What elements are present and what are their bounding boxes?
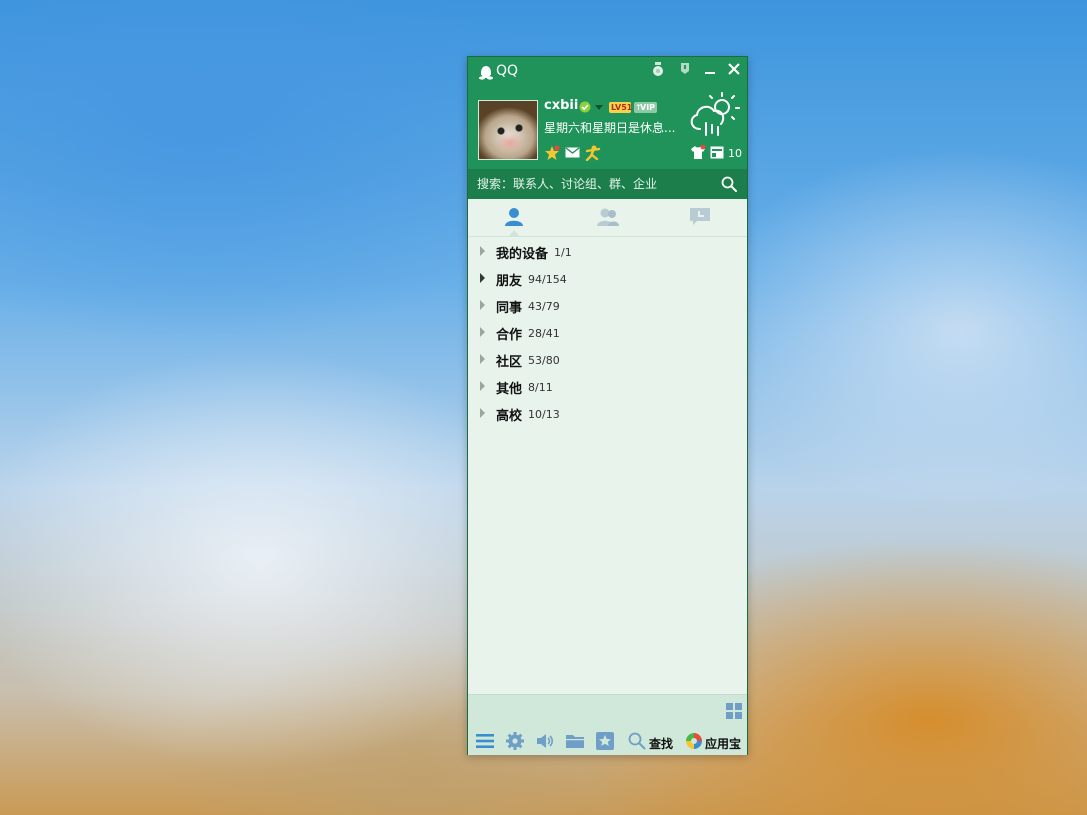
avatar[interactable] (478, 100, 538, 160)
group-online-count: 94/154 (528, 273, 567, 286)
qzone-star-icon[interactable] (544, 145, 560, 161)
group-online-count: 53/80 (528, 354, 560, 367)
find-label: 查找 (649, 737, 674, 751)
main-tabs (468, 199, 747, 237)
minimize-icon[interactable] (702, 61, 718, 77)
group-name: 朋友 (496, 274, 523, 289)
folder-icon[interactable] (565, 731, 585, 751)
contact-group-friends[interactable]: 朋友 94/154 (468, 265, 747, 292)
search-input[interactable] (477, 175, 707, 193)
group-online-count: 43/79 (528, 300, 560, 313)
mail-icon[interactable] (565, 146, 580, 159)
main-menu-icon[interactable] (475, 731, 495, 751)
window-title: QQ (496, 63, 519, 79)
title-bar[interactable]: QQ (468, 57, 747, 95)
expand-arrow-icon (480, 273, 485, 283)
pin-badge-icon[interactable] (677, 61, 693, 77)
search-bar[interactable] (468, 169, 747, 199)
vip-badge-label: VIP (640, 103, 656, 112)
contact-group-colleagues[interactable]: 同事 43/79 (468, 292, 747, 319)
expand-arrow-icon (480, 300, 485, 310)
favorites-star-icon[interactable] (595, 731, 615, 751)
person-icon (505, 208, 523, 226)
gear-icon[interactable] (505, 731, 525, 751)
skin-shirt-icon[interactable] (690, 145, 706, 160)
signature[interactable]: 星期六和星期日是休息... (544, 119, 684, 136)
group-online-count: 8/11 (528, 381, 553, 394)
vip-badge[interactable]: ↑ VIP (634, 102, 657, 113)
expand-arrow-icon (480, 354, 485, 364)
chat-bubble-icon (690, 208, 710, 225)
expand-arrow-icon (480, 327, 485, 337)
level-badge-label: LV51 (611, 103, 633, 112)
tab-recent-messages[interactable] (654, 199, 747, 236)
app-store-label: 应用宝 (705, 737, 742, 751)
magnifier-icon (628, 732, 646, 750)
qq-main-window: QQ cxbii LV51 ↑ VIP 星期六和星期日是休息... 10 搜索：… (467, 56, 748, 755)
search-icon[interactable] (721, 176, 737, 192)
nickname[interactable]: cxbii (544, 98, 578, 113)
skin-count: 10 (728, 147, 742, 160)
group-name: 其他 (496, 382, 523, 397)
group-name: 我的设备 (496, 247, 549, 262)
chevron-down-icon[interactable] (595, 105, 603, 111)
qq-penguin-icon (479, 66, 493, 80)
contact-group-others[interactable]: 其他 8/11 (468, 373, 747, 400)
group-name: 同事 (496, 301, 523, 316)
cloud-sun-rain-icon[interactable] (686, 91, 742, 137)
expand-arrow-icon (480, 408, 485, 418)
find-button[interactable]: 查找 (628, 731, 676, 751)
group-online-count: 10/13 (528, 408, 560, 421)
app-grid-icon[interactable] (726, 703, 742, 719)
speaker-icon[interactable] (535, 731, 555, 751)
group-name: 高校 (496, 409, 523, 424)
online-status-icon[interactable] (579, 101, 591, 113)
app-store-button[interactable]: 应用宝 (685, 731, 745, 751)
expand-arrow-icon (480, 381, 485, 391)
active-tab-indicator (509, 230, 519, 236)
group-online-count: 28/41 (528, 327, 560, 340)
group-name: 社区 (496, 355, 523, 370)
app-store-logo-icon (686, 733, 702, 749)
contact-group-partners[interactable]: 合作 28/41 (468, 319, 747, 346)
medal-icon[interactable] (650, 61, 666, 77)
close-icon[interactable] (726, 61, 742, 77)
contact-group-university[interactable]: 高校 10/13 (468, 400, 747, 427)
tab-groups[interactable] (561, 199, 654, 236)
bottom-toolbar: 查找 应用宝 (468, 694, 747, 755)
tab-contacts[interactable] (468, 199, 561, 236)
contact-group-my-devices[interactable]: 我的设备 1/1 (468, 238, 747, 265)
app-box-icon[interactable] (710, 146, 724, 159)
profile-panel: cxbii LV51 ↑ VIP 星期六和星期日是休息... 10 (468, 92, 747, 169)
contact-group-community[interactable]: 社区 53/80 (468, 346, 747, 373)
expand-arrow-icon (480, 246, 485, 256)
friend-activity-icon[interactable] (585, 145, 601, 161)
level-badge[interactable]: LV51 (609, 102, 633, 113)
group-name: 合作 (496, 328, 523, 343)
group-people-icon (597, 208, 619, 226)
group-online-count: 1/1 (554, 246, 572, 259)
